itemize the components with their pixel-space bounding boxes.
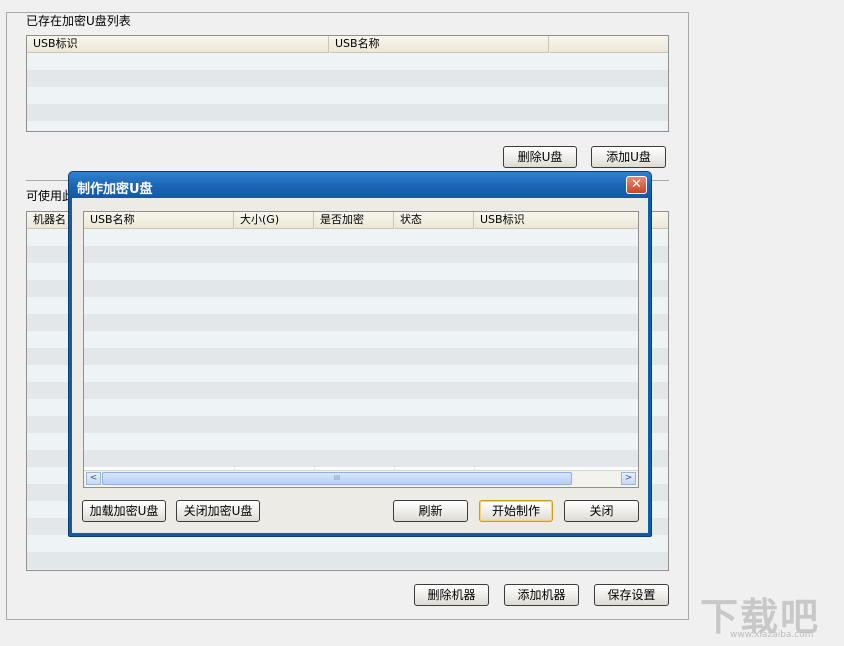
table-row[interactable]	[27, 552, 668, 569]
table-row[interactable]	[84, 331, 638, 348]
table-row[interactable]	[27, 104, 668, 121]
column-header-usb-id[interactable]: USB标识	[474, 212, 638, 228]
table-row[interactable]	[84, 399, 638, 416]
dialog-title: 制作加密U盘	[77, 182, 153, 197]
start-making-button[interactable]: 开始制作	[479, 500, 553, 522]
horizontal-scrollbar[interactable]: < III >	[84, 470, 638, 487]
table-row[interactable]	[84, 365, 638, 382]
scroll-left-icon[interactable]: <	[86, 472, 101, 485]
table-row[interactable]	[27, 535, 668, 552]
table-row[interactable]	[84, 246, 638, 263]
table-row[interactable]	[84, 416, 638, 433]
table-header: USB标识 USB名称	[27, 36, 668, 53]
delete-machine-button[interactable]: 删除机器	[414, 584, 489, 606]
table-row[interactable]	[84, 229, 638, 246]
column-header-usb-id[interactable]: USB标识	[27, 36, 329, 52]
column-header-status[interactable]: 状态	[394, 212, 474, 228]
table-header: USB名称 大小(G) 是否加密 状态 USB标识	[84, 212, 638, 229]
delete-usb-button[interactable]: 删除U盘	[503, 146, 577, 168]
existing-usb-table[interactable]: USB标识 USB名称	[26, 35, 669, 132]
table-row[interactable]	[84, 382, 638, 399]
table-body	[27, 53, 668, 131]
table-row[interactable]	[27, 87, 668, 104]
close-encrypted-usb-button[interactable]: 关闭加密U盘	[176, 500, 260, 522]
column-header-usb-name[interactable]: USB名称	[329, 36, 549, 52]
usb-device-table[interactable]: USB名称 大小(G) 是否加密 状态 USB标识 < III >	[83, 211, 639, 488]
table-row[interactable]	[27, 53, 668, 70]
column-header-empty[interactable]	[549, 36, 668, 52]
add-usb-button[interactable]: 添加U盘	[591, 146, 666, 168]
save-settings-button[interactable]: 保存设置	[594, 584, 669, 606]
table-row[interactable]	[84, 314, 638, 331]
close-icon[interactable]: ✕	[626, 176, 647, 194]
machine-list-label: 可使用此	[26, 189, 75, 203]
refresh-button[interactable]: 刷新	[393, 500, 468, 522]
column-header-usb-name[interactable]: USB名称	[84, 212, 234, 228]
table-row[interactable]	[84, 348, 638, 365]
dialog-body: USB名称 大小(G) 是否加密 状态 USB标识 < III > 加载加密U盘…	[72, 198, 648, 533]
column-header-size[interactable]: 大小(G)	[234, 212, 314, 228]
table-row[interactable]	[84, 433, 638, 450]
scroll-right-icon[interactable]: >	[621, 472, 636, 485]
dialog-titlebar[interactable]: 制作加密U盘 ✕	[69, 172, 651, 198]
table-body	[84, 229, 638, 467]
table-row[interactable]	[84, 450, 638, 467]
column-header-encrypted[interactable]: 是否加密	[314, 212, 394, 228]
table-row[interactable]	[84, 297, 638, 314]
table-row[interactable]	[27, 70, 668, 87]
table-row[interactable]	[84, 280, 638, 297]
scrollbar-thumb[interactable]: III	[102, 472, 572, 485]
table-row[interactable]	[27, 121, 668, 131]
make-encrypted-usb-dialog: 制作加密U盘 ✕ USB名称 大小(G) 是否加密 状态 USB标识 < III…	[68, 171, 652, 537]
table-row[interactable]	[84, 263, 638, 280]
table-row[interactable]	[27, 569, 668, 570]
add-machine-button[interactable]: 添加机器	[504, 584, 579, 606]
load-encrypted-usb-button[interactable]: 加载加密U盘	[82, 500, 166, 522]
close-button[interactable]: 关闭	[564, 500, 639, 522]
watermark-url: www.xiazaiba.com	[730, 630, 814, 640]
existing-usb-list-label: 已存在加密U盘列表	[26, 14, 131, 28]
